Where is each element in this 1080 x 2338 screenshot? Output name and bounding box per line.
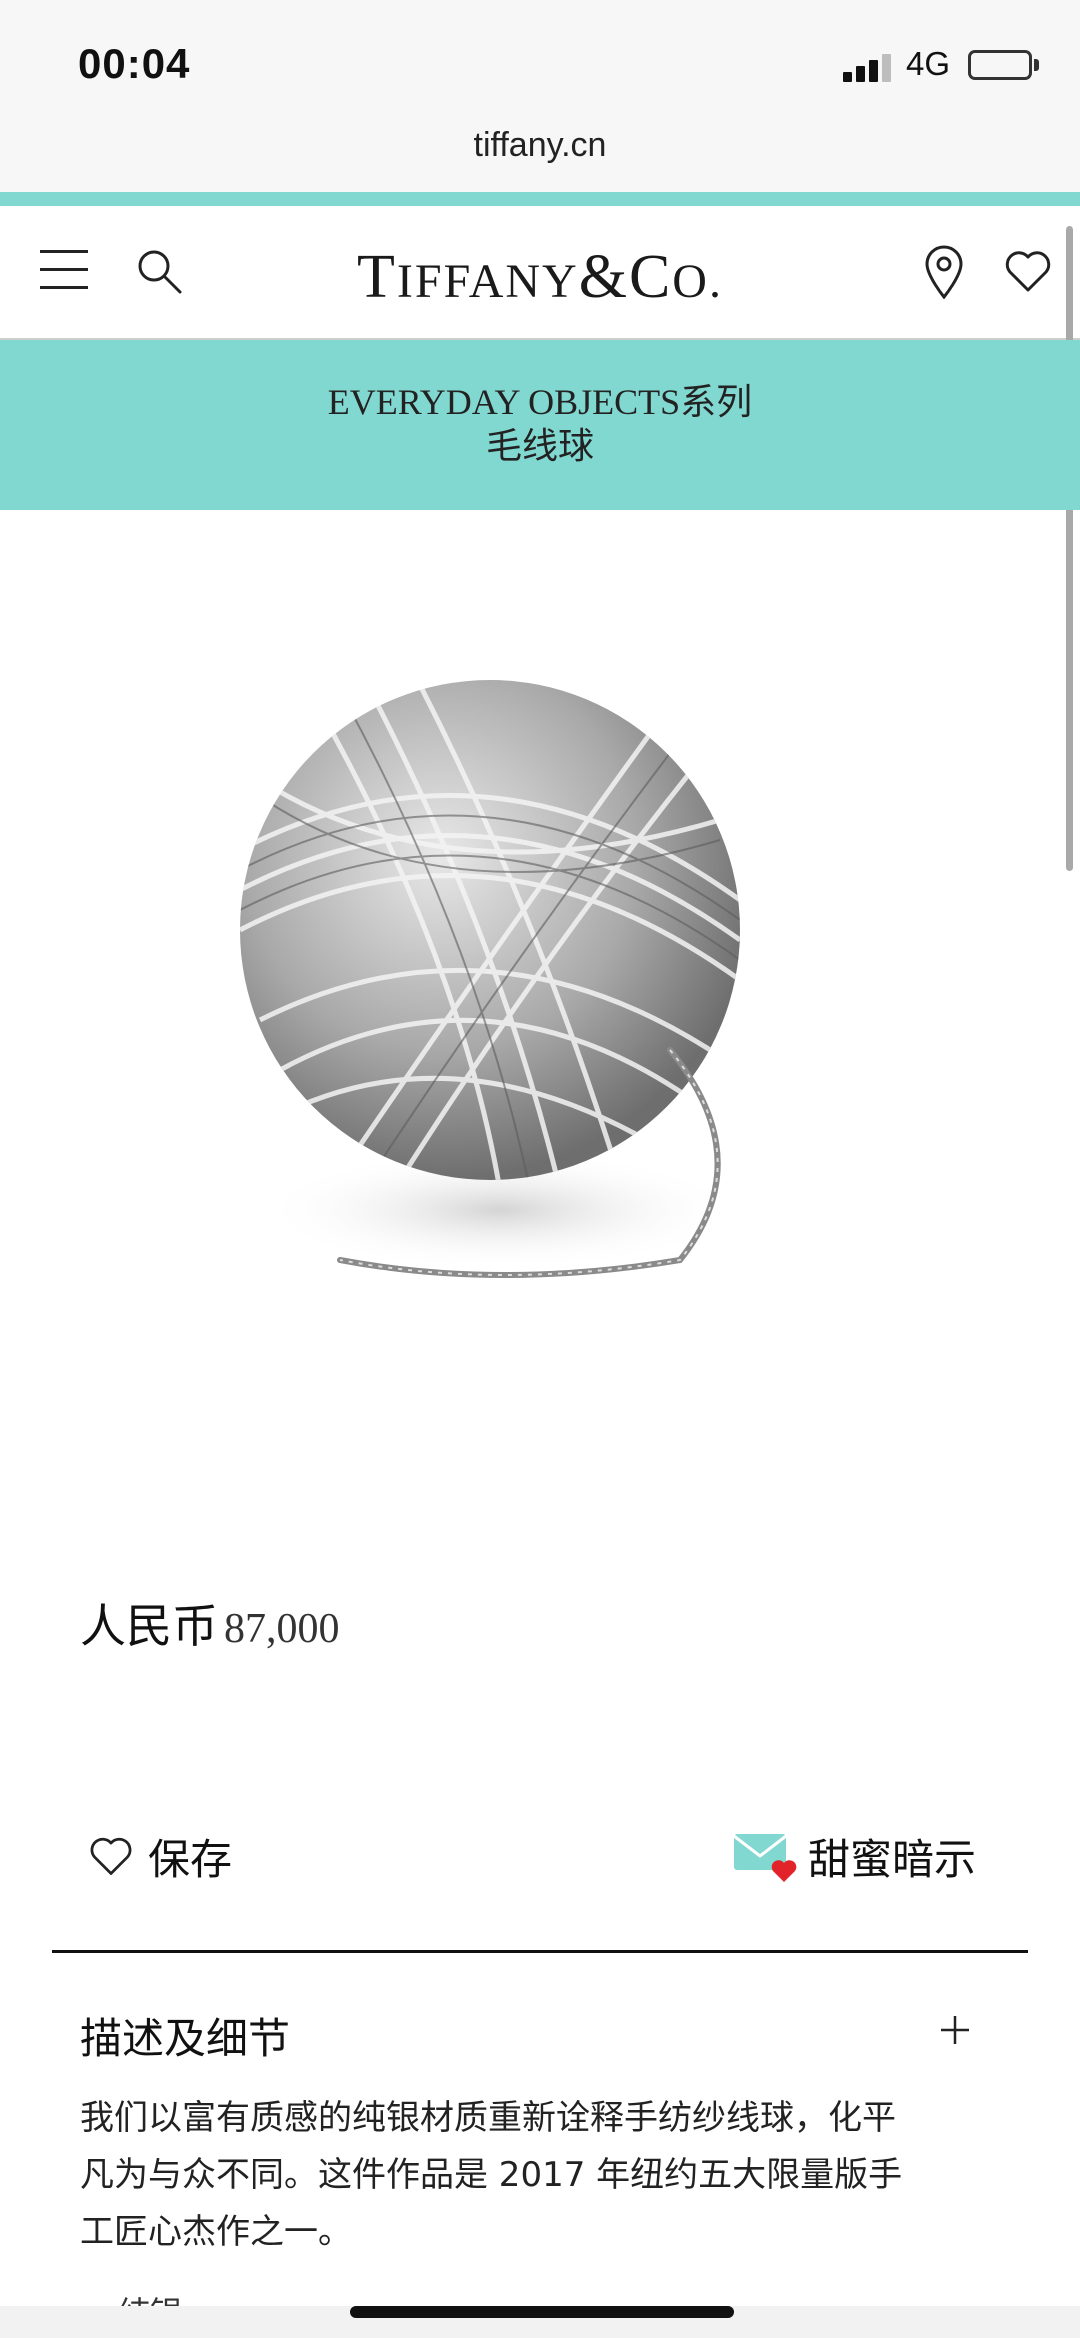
accent-strip [0,192,1080,206]
description-line: 凡为与众不同。这件作品是 2017 年纽约五大限量版手 [80,2155,903,2195]
brand-logo[interactable]: TIFFANY&CO. [0,242,1080,313]
home-indicator[interactable] [350,2306,734,2318]
collection-banner: EVERYDAY OBJECTS系列 毛线球 [0,340,1080,510]
save-button[interactable]: 保存 [88,1826,232,1886]
signal-icon [843,52,895,82]
section-divider [52,1950,1028,1953]
url-text[interactable]: tiffany.cn [474,126,607,165]
location-pin-icon[interactable] [922,244,966,300]
wishlist-heart-icon[interactable] [1003,246,1053,296]
scrollbar[interactable] [1066,226,1073,871]
product-price: 人民币 87,000 [80,1590,340,1656]
status-time: 00:04 [78,40,191,87]
drop-a-hint-label: 甜蜜暗示 [808,1834,977,1884]
site-header: TIFFANY&CO. [0,206,1080,340]
description-title[interactable]: 描述及细节 [80,2005,290,2066]
product-name: 毛线球 [485,426,594,466]
brand-letters-o: O. [672,255,723,308]
description-line: 我们以富有质感的纯银材质重新诠释手纺纱线球，化平 [80,2098,896,2138]
url-bar[interactable]: tiffany.cn [0,120,1080,192]
price-currency: 人民币 [80,1599,218,1653]
status-bar: 00:04 4G [0,0,1080,120]
brand-letter-t: T [357,243,397,311]
battery-tip [1034,59,1039,71]
drop-a-hint-button[interactable]: 甜蜜暗示 [732,1826,976,1886]
price-amount: 87,000 [224,1606,340,1652]
collection-series: EVERYDAY OBJECTS系列 [327,382,753,422]
brand-ampersand: & [578,243,629,311]
plus-expand-icon[interactable] [935,2010,975,2050]
description-body: 我们以富有质感的纯银材质重新诠释手纺纱线球，化平 凡为与众不同。这件作品是 20… [80,2090,1000,2261]
brand-letters-iffany: IFFANY [396,255,579,308]
network-type: 4G [906,45,951,82]
description-line: 工匠心杰作之一。 [80,2212,352,2252]
save-label: 保存 [148,1834,233,1884]
heart-outline-icon [90,1837,132,1875]
envelope-heart-icon [733,1834,797,1882]
battery-icon [968,50,1032,80]
yarn-ball-product-image[interactable] [200,600,880,1440]
brand-letter-c: C [628,243,673,311]
